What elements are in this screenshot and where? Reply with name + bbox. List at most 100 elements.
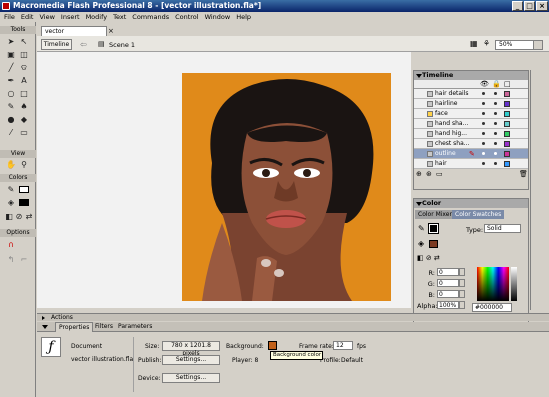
- layer-row[interactable]: hairline: [414, 99, 528, 109]
- menu-window[interactable]: Window: [205, 13, 231, 21]
- layer-outline-swatch[interactable]: [504, 91, 510, 97]
- line-tool-icon[interactable]: ╱: [6, 63, 16, 72]
- subselection-tool-icon[interactable]: ↖: [19, 37, 29, 46]
- r-slider-button[interactable]: [459, 268, 465, 276]
- tab-color-mixer[interactable]: Color Mixer: [415, 210, 455, 219]
- straighten-icon[interactable]: ⌐: [19, 255, 29, 264]
- stroke-color-swatch[interactable]: [19, 186, 29, 193]
- lock-dot[interactable]: [494, 152, 497, 155]
- brush-tool-icon[interactable]: ♠: [19, 102, 29, 111]
- g-slider-button[interactable]: [459, 279, 465, 287]
- hand-tool-icon[interactable]: ✋: [6, 160, 16, 169]
- edit-symbol-icon[interactable]: ⚘: [483, 39, 490, 48]
- stroke-swatch[interactable]: [428, 223, 439, 234]
- hex-input[interactable]: #000000: [472, 303, 512, 312]
- zoom-tool-icon[interactable]: ⚲: [19, 160, 29, 169]
- g-input[interactable]: 0: [437, 279, 459, 287]
- lock-dot[interactable]: [494, 92, 497, 95]
- close-tab-icon[interactable]: ×: [108, 27, 114, 35]
- close-button[interactable]: ×: [536, 1, 548, 11]
- black-white-icon[interactable]: ◧: [4, 212, 14, 221]
- tab-color-swatches[interactable]: Color Swatches: [452, 210, 505, 219]
- smooth-icon[interactable]: ↰: [6, 255, 16, 264]
- size-button[interactable]: 780 x 1201.8 pixels: [162, 341, 220, 357]
- insert-folder-icon[interactable]: ▭: [436, 170, 443, 178]
- visibility-dot[interactable]: [482, 162, 485, 165]
- brightness-bar[interactable]: [511, 267, 517, 301]
- menu-help[interactable]: Help: [236, 13, 251, 21]
- device-settings-button[interactable]: Settings...: [162, 373, 220, 383]
- layer-outline-swatch[interactable]: [504, 151, 510, 157]
- layer-row[interactable]: hair: [414, 159, 528, 169]
- fill-swatch[interactable]: [429, 240, 438, 248]
- fill-color-icon[interactable]: ◈: [6, 198, 16, 207]
- fill-transform-icon[interactable]: ◫: [19, 50, 29, 59]
- lock-dot[interactable]: [494, 102, 497, 105]
- layer-row[interactable]: hand sha...: [414, 119, 528, 129]
- background-color-swatch[interactable]: [268, 341, 277, 350]
- outline-icon[interactable]: □: [504, 80, 511, 88]
- insert-layer-icon[interactable]: ⊕: [416, 170, 422, 178]
- b-input[interactable]: 0: [437, 290, 459, 298]
- swap-colors-icon[interactable]: ⇄: [24, 212, 34, 221]
- delete-layer-icon[interactable]: 🗑: [519, 170, 528, 178]
- fill-bucket-icon[interactable]: ◈: [418, 239, 424, 248]
- eyedropper-icon[interactable]: ⁄: [6, 128, 16, 137]
- layer-row-selected[interactable]: outline ✎: [414, 149, 528, 159]
- layer-row[interactable]: chest sha...: [414, 139, 528, 149]
- layer-row[interactable]: hair details: [414, 89, 528, 99]
- menu-insert[interactable]: Insert: [61, 13, 80, 21]
- maximize-button[interactable]: □: [524, 1, 535, 11]
- snap-magnet-icon[interactable]: ∩: [6, 240, 16, 249]
- visibility-dot[interactable]: [482, 122, 485, 125]
- paint-bucket-icon[interactable]: ◆: [19, 115, 29, 124]
- layer-outline-swatch[interactable]: [504, 121, 510, 127]
- fill-color-swatch[interactable]: [19, 199, 29, 206]
- lock-dot[interactable]: [494, 112, 497, 115]
- tab-filters[interactable]: Filters: [92, 322, 116, 332]
- pen-tool-icon[interactable]: ✒: [6, 76, 16, 85]
- alpha-slider-button[interactable]: [459, 301, 465, 309]
- layer-outline-swatch[interactable]: [504, 141, 510, 147]
- tab-parameters[interactable]: Parameters: [115, 322, 155, 332]
- minimize-button[interactable]: _: [512, 1, 523, 11]
- menu-file[interactable]: File: [4, 13, 15, 21]
- back-arrow-icon[interactable]: ⇦: [80, 40, 87, 49]
- mixer-bw-icon[interactable]: ◧ ⊘ ⇄: [417, 254, 440, 262]
- r-input[interactable]: 0: [437, 268, 459, 276]
- lock-dot[interactable]: [494, 122, 497, 125]
- color-panel-header[interactable]: Color: [414, 199, 528, 208]
- color-spectrum[interactable]: [477, 267, 509, 301]
- ink-bottle-icon[interactable]: ●: [6, 115, 16, 124]
- visibility-dot[interactable]: [482, 132, 485, 135]
- layer-outline-swatch[interactable]: [504, 161, 510, 167]
- type-select[interactable]: Solid: [484, 224, 521, 233]
- menu-text[interactable]: Text: [113, 13, 126, 21]
- free-transform-icon[interactable]: ▣: [6, 50, 16, 59]
- timeline-toggle-button[interactable]: Timeline: [41, 39, 72, 50]
- add-guide-icon[interactable]: ⊛: [426, 170, 432, 178]
- visibility-dot[interactable]: [482, 92, 485, 95]
- layer-outline-swatch[interactable]: [504, 111, 510, 117]
- eraser-icon[interactable]: ▭: [19, 128, 29, 137]
- eye-icon[interactable]: 👁: [480, 80, 489, 88]
- stroke-color-icon[interactable]: ✎: [6, 185, 16, 194]
- visibility-dot[interactable]: [482, 102, 485, 105]
- stroke-pencil-icon[interactable]: ✎: [418, 224, 425, 233]
- layer-outline-swatch[interactable]: [504, 101, 510, 107]
- lock-dot[interactable]: [494, 142, 497, 145]
- menu-control[interactable]: Control: [175, 13, 199, 21]
- zoom-select[interactable]: 50%: [495, 40, 543, 50]
- layer-row[interactable]: hand hig...: [414, 129, 528, 139]
- tab-properties[interactable]: Properties: [55, 322, 94, 332]
- frame-rate-input[interactable]: 12: [333, 341, 353, 350]
- no-color-icon[interactable]: ⊘: [14, 212, 24, 221]
- pencil-tool-icon[interactable]: ✎: [6, 102, 16, 111]
- edit-scene-icon[interactable]: ▦: [470, 39, 478, 48]
- menu-commands[interactable]: Commands: [132, 13, 169, 21]
- lock-dot[interactable]: [494, 162, 497, 165]
- visibility-dot[interactable]: [482, 142, 485, 145]
- visibility-dot[interactable]: [482, 112, 485, 115]
- layer-row[interactable]: face: [414, 109, 528, 119]
- menu-edit[interactable]: Edit: [21, 13, 34, 21]
